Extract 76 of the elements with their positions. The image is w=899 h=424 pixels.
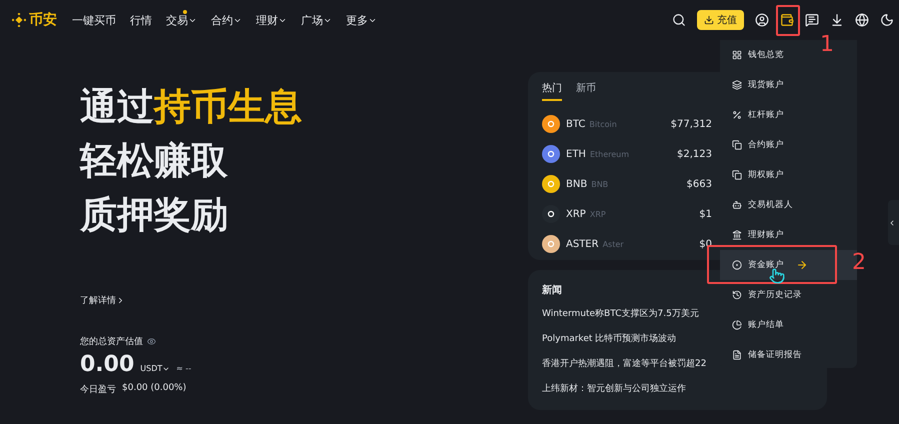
menu-item[interactable]: 账户结单 (720, 310, 817, 340)
coin-name: Aster (602, 240, 625, 248)
robot-icon (732, 200, 742, 210)
pnl-label: 今日盈亏 (80, 384, 116, 396)
coin-price: $2,123 (677, 148, 712, 160)
approx-value: ≈ -- (176, 364, 192, 373)
download-icon (704, 15, 714, 25)
coin-price: $663 (686, 178, 712, 190)
menu-item[interactable]: 期权账户 (720, 160, 817, 190)
news-title: 新闻 (542, 283, 562, 297)
search-button[interactable] (672, 13, 686, 27)
copy-icon (732, 140, 742, 150)
arrow-right-icon (796, 259, 808, 271)
chevron-left-icon (888, 218, 896, 226)
download-icon[interactable] (830, 13, 844, 27)
menu-item[interactable]: 杠杆账户 (720, 100, 817, 130)
menu-item[interactable]: 钱包总览 (720, 40, 817, 70)
coin-price: $1 (699, 208, 712, 220)
menu-item[interactable]: 合约账户 (720, 130, 817, 160)
notification-dot (183, 10, 187, 14)
cursor-icon (769, 268, 785, 284)
coin-symbol: BNB (566, 178, 588, 190)
nav-item[interactable]: 合约 (211, 12, 242, 28)
coin-symbol: BTC (566, 118, 586, 130)
deposit-button[interactable]: 充值 (697, 10, 744, 30)
nav-item[interactable]: 行情 (130, 12, 152, 28)
coin-name: XRP (590, 210, 607, 218)
hero-title-line: 质押奖励 (80, 192, 229, 238)
moon-icon[interactable] (880, 13, 894, 27)
coin-name: Ethereum (590, 150, 630, 158)
grid-icon (732, 50, 742, 60)
collapse-handle[interactable] (888, 200, 899, 245)
coin-name: Bitcoin (589, 120, 618, 128)
globe-icon[interactable] (855, 13, 869, 27)
menu-item[interactable]: 现货账户 (720, 70, 817, 100)
layers-icon (732, 80, 742, 90)
eye-icon[interactable] (147, 337, 156, 346)
menu-item[interactable]: 理财账户 (720, 220, 817, 250)
coin-symbol: XRP (566, 208, 586, 220)
nav-item[interactable]: 理财 (256, 12, 287, 28)
highlight-frame (776, 5, 800, 36)
document-icon (732, 350, 742, 360)
menu-item[interactable]: 储备证明报告 (720, 340, 817, 370)
hero-title-line: 通过持币生息 (80, 84, 303, 130)
chevron-right-icon (116, 296, 125, 305)
market-tab[interactable]: 热门 (542, 81, 562, 101)
nav-item[interactable]: 一键买币 (72, 12, 116, 28)
nav-item[interactable]: 交易 (166, 12, 197, 28)
bank-icon (732, 230, 742, 240)
pnl-value: $0.00 (0.00%) (122, 383, 186, 395)
logo-icon (12, 13, 26, 27)
menu-item[interactable]: 资产历史记录 (720, 280, 817, 310)
coin-symbol: ETH (566, 148, 586, 160)
coin-symbol: ASTER (566, 238, 599, 250)
nav-item[interactable]: 更多 (346, 12, 377, 28)
balance-label: 您的总资产估值 (80, 336, 143, 348)
menu-item[interactable]: 交易机器人 (720, 190, 817, 220)
wallet-icon[interactable] (780, 13, 794, 27)
coin-name: BNB (591, 180, 610, 188)
balance-value: 0.00 (80, 352, 134, 377)
market-tab[interactable]: 新币 (576, 81, 596, 101)
hero-title-line: 轻松赚取 (80, 138, 229, 184)
learn-more-link[interactable]: 了解详情 (80, 294, 528, 307)
logo-text[interactable]: 币安 (29, 11, 57, 29)
news-link[interactable]: 上纬新材：智元创新与公司独立运作 (542, 382, 813, 407)
nav-item[interactable]: 广场 (301, 12, 332, 28)
history-icon (732, 290, 742, 300)
step-number: 1 (820, 32, 834, 57)
percent-icon (732, 110, 742, 120)
circle-dot-icon (732, 260, 742, 270)
pie-chart-icon (732, 320, 742, 330)
coin-price: $77,312 (670, 118, 712, 130)
user-icon[interactable] (755, 13, 769, 27)
currency-select[interactable]: USDT (140, 364, 170, 373)
message-icon[interactable] (805, 13, 819, 27)
copy-icon (732, 170, 742, 180)
